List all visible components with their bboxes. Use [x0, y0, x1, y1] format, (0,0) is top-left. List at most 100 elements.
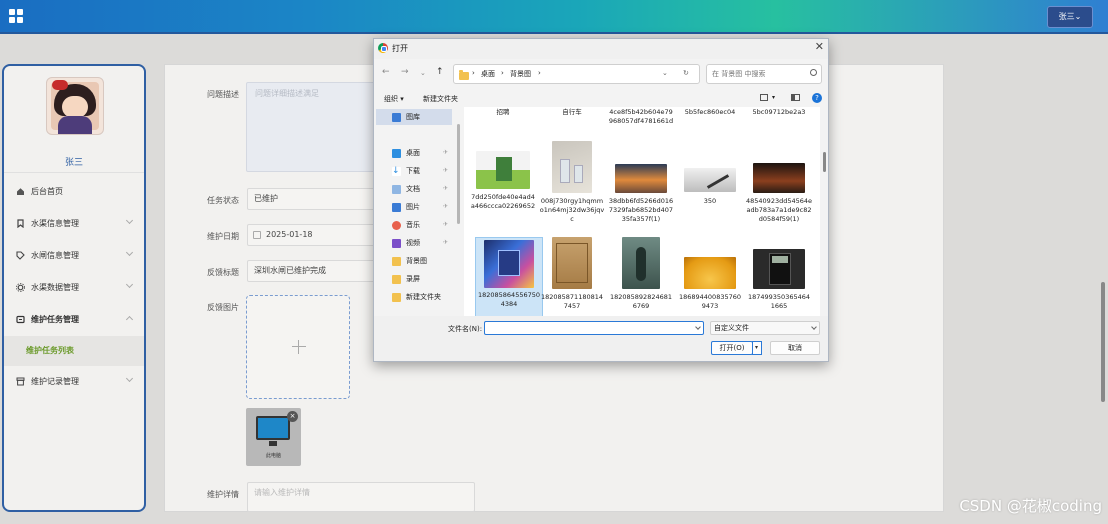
nav-downloads[interactable]: ↓ 下载 ✈: [376, 163, 452, 179]
file-item[interactable]: 5bc09712be2a3: [746, 108, 812, 117]
new-folder-button[interactable]: 新建文件夹: [423, 94, 458, 104]
pin-icon: ✈: [442, 221, 448, 228]
nav-new-folder[interactable]: 新建文件夹: [376, 289, 452, 305]
dialog-command-bar: 组织 ▾ 新建文件夹 ▾ ?: [374, 91, 828, 107]
tag-icon: [16, 250, 25, 260]
nav-label: 音乐: [406, 221, 420, 229]
file-item[interactable]: 自行车: [539, 108, 605, 117]
sidebar-item-label: 水渠信息管理: [31, 218, 79, 228]
file-name: 自行车: [562, 108, 582, 116]
image-upload-box[interactable]: [246, 295, 350, 399]
file-item[interactable]: 1874993503654641665: [746, 249, 812, 311]
view-icon[interactable]: [760, 94, 768, 101]
dialog-title: 打开: [392, 44, 408, 53]
sidebar-item-canal-info[interactable]: 水渠信息管理: [4, 209, 144, 237]
date-label: 维护日期: [207, 232, 239, 241]
sidebar-item-maintenance-records[interactable]: 维护记录管理: [4, 367, 144, 395]
dialog-nav-row: ← → ⌄ ↑ › 桌面 › 背景图 › ⌄ ↻ 在 背景图 中搜索: [374, 59, 828, 87]
sidebar-item-maintenance-tasks[interactable]: 维护任务管理: [4, 305, 144, 333]
sidebar-item-task-list[interactable]: 维护任务列表: [4, 336, 144, 366]
address-bar[interactable]: › 桌面 › 背景图 › ⌄ ↻: [453, 64, 700, 84]
status-select[interactable]: 已维护: [247, 188, 375, 210]
file-item-selected[interactable]: 1820858645567504384: [475, 237, 543, 316]
refresh-icon[interactable]: ↻: [683, 69, 689, 77]
file-thumbnail: [484, 240, 534, 288]
nav-desktop[interactable]: 桌面 ✈: [376, 145, 452, 161]
dialog-titlebar: 打开 ✕: [374, 39, 828, 59]
open-button[interactable]: 打开(O): [711, 341, 753, 355]
up-arrow-icon[interactable]: ↑: [436, 67, 444, 77]
desc-textarea[interactable]: 问题详细描述满足: [246, 82, 386, 172]
file-item[interactable]: 1820858711808147457: [539, 237, 605, 311]
monitor-stand: [269, 441, 277, 446]
file-name: 38dbb6fd5266d0167329fab6852bd40735fa357f…: [608, 197, 674, 223]
task-icon: [16, 315, 25, 324]
file-item[interactable]: 4ce8f5b42b604e79968057df4781661d: [608, 108, 674, 126]
file-thumbnail: [552, 237, 592, 289]
preview-pane-icon[interactable]: [791, 94, 800, 101]
file-item[interactable]: 48540923dd54564eadb783a7a1de9c82d0584f59…: [746, 163, 812, 224]
nav-videos[interactable]: 视频 ✈: [376, 235, 452, 251]
nav-music[interactable]: 音乐 ✈: [376, 217, 452, 233]
back-arrow-icon[interactable]: ←: [382, 67, 390, 77]
file-name: 350: [703, 197, 717, 205]
title-input[interactable]: 深圳水闸已维护完成: [247, 260, 375, 282]
nav-pane-scrollbar[interactable]: [457, 124, 460, 224]
organize-button[interactable]: 组织 ▾: [384, 94, 404, 104]
view-dropdown-icon[interactable]: ▾: [772, 94, 775, 101]
file-item[interactable]: 38dbb6fd5266d0167329fab6852bd40735fa357f…: [608, 164, 674, 224]
page-scrollbar[interactable]: [1101, 282, 1105, 402]
address-dropdown-icon[interactable]: ⌄: [662, 69, 668, 77]
pin-icon: ✈: [442, 185, 448, 192]
chevron-down-icon: [125, 216, 134, 225]
sidebar-item-canal-data[interactable]: 水渠数据管理: [4, 273, 144, 301]
file-thumbnail: [684, 257, 736, 289]
file-item[interactable]: 350: [677, 168, 743, 206]
uploaded-image-thumbnail[interactable]: 此电脑 ×: [246, 408, 301, 466]
forward-arrow-icon[interactable]: →: [401, 67, 409, 77]
file-item[interactable]: 7dd250fde40e4ad4a466ccca02269652: [470, 151, 536, 211]
nav-label: 录屏: [406, 275, 420, 283]
nav-documents[interactable]: 文档 ✈: [376, 181, 452, 197]
detail-textarea[interactable]: 请输入维护详情: [247, 482, 475, 512]
file-item[interactable]: 1868944008357609473: [677, 257, 743, 311]
open-dropdown-button[interactable]: ▾: [752, 341, 762, 355]
nav-recording-folder[interactable]: 录屏: [376, 271, 452, 287]
nav-label: 图片: [406, 203, 420, 211]
breadcrumb-background[interactable]: 背景图: [510, 69, 531, 79]
file-item[interactable]: 008j730rgy1hqmmo1n64mj32dw36jqvc: [539, 141, 605, 224]
help-icon[interactable]: ?: [812, 93, 822, 103]
sidebar-username: 张三: [64, 158, 83, 168]
file-list-scrollbar[interactable]: [823, 152, 826, 172]
cancel-button[interactable]: 取消: [770, 341, 820, 355]
file-type-select[interactable]: 自定义文件: [710, 321, 820, 335]
sidebar-divider: [4, 172, 144, 173]
chrome-icon: [378, 43, 388, 53]
dialog-search-input[interactable]: 在 背景图 中搜索: [706, 64, 822, 84]
user-menu-button[interactable]: 张三⌄: [1047, 6, 1093, 28]
remove-image-icon[interactable]: ×: [287, 411, 298, 422]
file-thumbnail: [753, 249, 805, 289]
recent-dropdown-icon[interactable]: ⌄: [420, 69, 426, 77]
file-thumbnail: [753, 163, 805, 193]
thumb-caption: 此电脑: [265, 453, 281, 459]
title-label: 反馈标题: [207, 268, 239, 277]
app-grid-icon[interactable]: [9, 9, 23, 23]
plus-icon: [292, 340, 306, 354]
file-name: 1874993503654641665: [747, 293, 811, 310]
file-item[interactable]: 1820858928246816769: [608, 237, 674, 311]
open-file-dialog: 打开 ✕ ← → ⌄ ↑ › 桌面 › 背景图 › ⌄ ↻ 在 背景图 中搜索 …: [373, 38, 829, 362]
breadcrumb-desktop[interactable]: 桌面: [481, 69, 495, 79]
close-icon[interactable]: ✕: [815, 40, 824, 53]
sidebar-item-home[interactable]: 后台首页: [4, 177, 144, 205]
file-item[interactable]: 招聘: [470, 108, 536, 117]
video-icon: [392, 238, 401, 248]
sidebar-item-gate-info[interactable]: 水闸信息管理: [4, 241, 144, 269]
nav-label: 图库: [406, 113, 420, 121]
date-picker[interactable]: 2025-01-18: [247, 224, 375, 246]
nav-gallery[interactable]: 图库: [376, 109, 452, 125]
filename-input[interactable]: [484, 321, 704, 335]
file-item[interactable]: 5b5fec860ec04: [677, 108, 743, 117]
nav-background-folder[interactable]: 背景图: [376, 253, 452, 269]
nav-pictures[interactable]: 图片 ✈: [376, 199, 452, 215]
